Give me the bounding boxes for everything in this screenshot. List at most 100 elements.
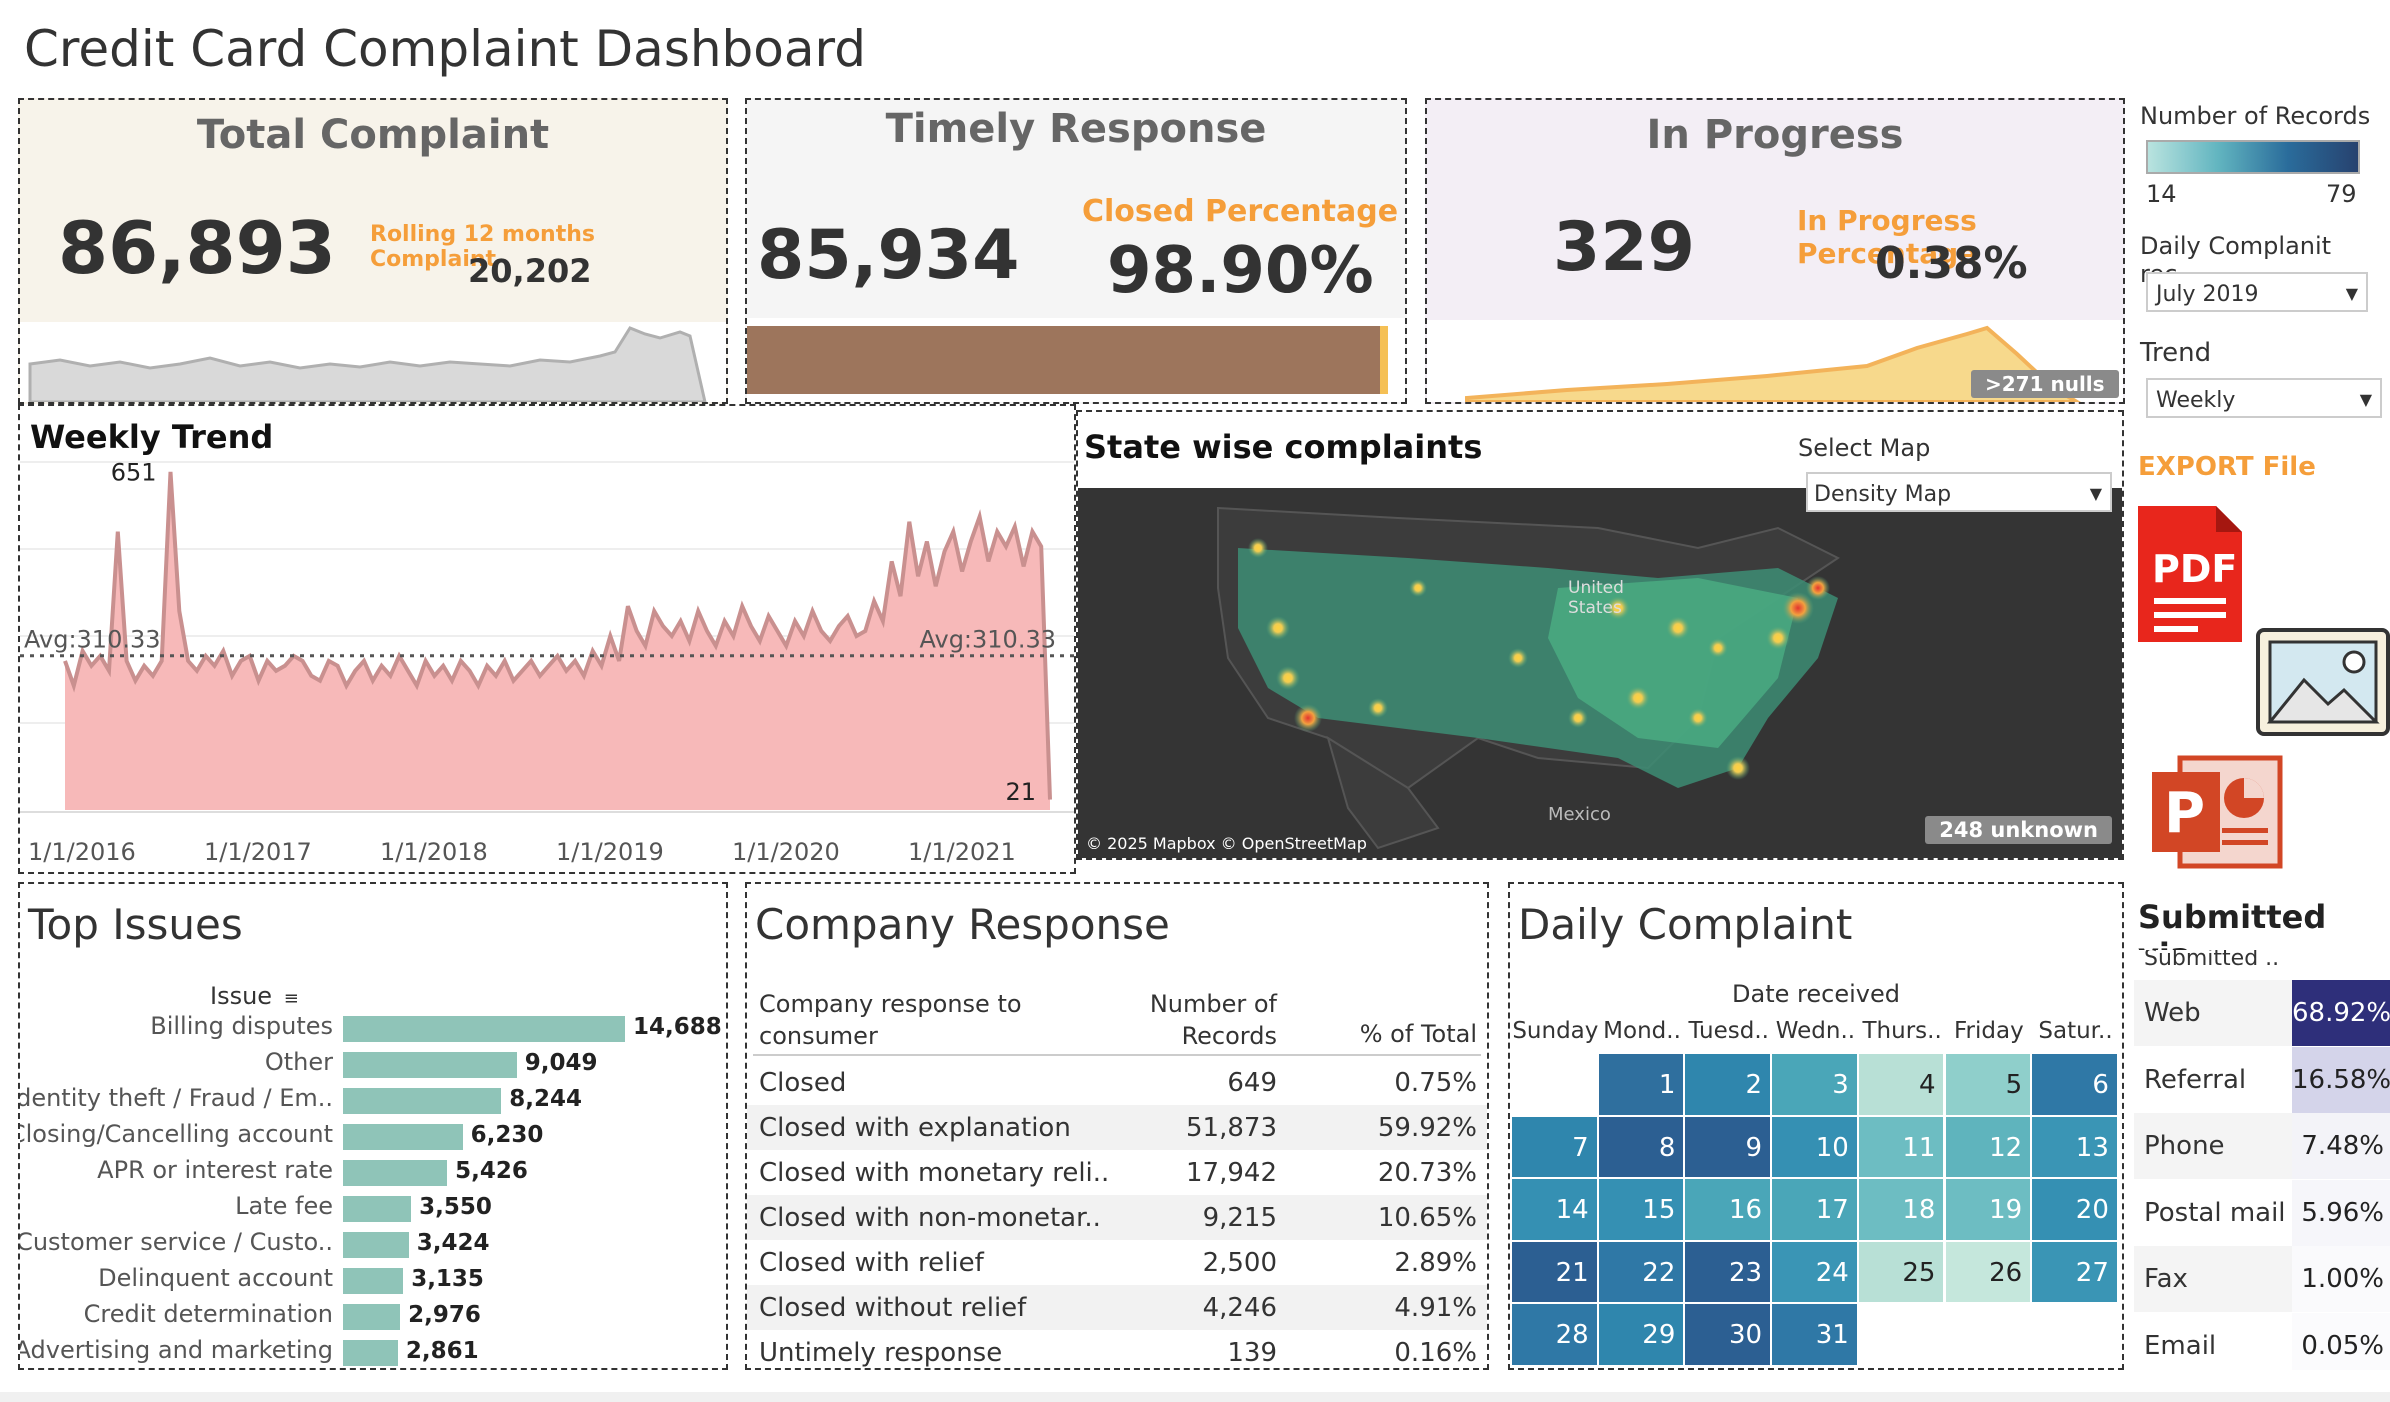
- response-count: 4,246: [1202, 1293, 1277, 1323]
- issue-bar[interactable]: [343, 1340, 398, 1366]
- issue-bar[interactable]: [343, 1196, 412, 1222]
- calendar-day-cell[interactable]: 15: [1598, 1179, 1684, 1240]
- sort-icon[interactable]: ≡: [284, 988, 299, 1009]
- weekday-header: Sunday: [1512, 1018, 1599, 1044]
- calendar-day-cell[interactable]: 1: [1598, 1054, 1684, 1115]
- submitted-via-row[interactable]: Referral 16.58%: [2134, 1046, 2390, 1113]
- issue-label: Late fee: [235, 1192, 333, 1220]
- submitted-via-row[interactable]: Phone 7.48%: [2134, 1113, 2390, 1179]
- calendar-day-cell[interactable]: 30: [1685, 1304, 1771, 1365]
- powerpoint-export-icon[interactable]: P: [2150, 752, 2284, 872]
- issue-value: 6,230: [470, 1122, 544, 1148]
- calendar-day-cell[interactable]: 24: [1772, 1241, 1857, 1302]
- weekly-trend-panel: Weekly Trend Avg:310.33 Avg:310.33 651 21 1/…: [18, 404, 1076, 874]
- closed-percentage-label: Closed Percentage: [1082, 194, 1399, 229]
- calendar-day-cell[interactable]: 26: [1945, 1241, 2031, 1302]
- calendar-day-cell[interactable]: 12: [1945, 1116, 2031, 1177]
- map-canvas[interactable]: United States Mexico © 2025 Mapbox © Ope…: [1078, 488, 2122, 858]
- calendar-day-cell[interactable]: 6: [2032, 1054, 2117, 1115]
- submitted-via-label: Web: [2144, 998, 2201, 1028]
- trend-select[interactable]: Weekly ▼: [2146, 378, 2382, 418]
- issue-label: APR or interest rate: [97, 1156, 333, 1184]
- calendar-day-cell[interactable]: 10: [1772, 1116, 1857, 1177]
- issue-bar[interactable]: [343, 1268, 404, 1294]
- svg-text:P: P: [2164, 781, 2205, 846]
- calendar-day-cell[interactable]: 16: [1685, 1179, 1771, 1240]
- calendar-day-cell[interactable]: 18: [1858, 1179, 1944, 1240]
- response-row[interactable]: Closed with explanation 51,873 59.92%: [747, 1105, 1487, 1150]
- calendar-day-cell[interactable]: 19: [1945, 1179, 2031, 1240]
- submitted-via-label: Fax: [2144, 1264, 2188, 1294]
- issue-bar[interactable]: [343, 1124, 463, 1150]
- col-records-header-line1: Number of: [1149, 990, 1277, 1018]
- calendar-day-cell[interactable]: 27: [2032, 1241, 2117, 1302]
- response-row[interactable]: Closed 649 0.75%: [747, 1060, 1487, 1105]
- submitted-via-row[interactable]: Web 68.92%: [2134, 980, 2390, 1046]
- submitted-via-value: 1.00%: [2292, 1246, 2390, 1312]
- calendar-day-cell[interactable]: 28: [1512, 1304, 1597, 1365]
- issue-label: Identity theft / Fraud / Em..: [18, 1084, 333, 1112]
- map-attribution: © 2025 Mapbox © OpenStreetMap: [1086, 834, 1367, 853]
- response-row[interactable]: Closed with monetary reli.. 17,942 20.73%: [747, 1150, 1487, 1195]
- dashboard-title: Credit Card Complaint Dashboard: [24, 20, 866, 78]
- calendar-day-cell[interactable]: 31: [1772, 1304, 1857, 1365]
- calendar-day-cell[interactable]: 23: [1685, 1241, 1771, 1302]
- pdf-export-icon[interactable]: PDF: [2138, 506, 2242, 642]
- x-tick-label: 1/1/2020: [732, 838, 840, 866]
- issue-bar[interactable]: [343, 1088, 502, 1114]
- state-map-panel: State wise complaints Select Map United …: [1076, 410, 2124, 860]
- calendar-day-cell[interactable]: 5: [1945, 1054, 2031, 1115]
- submitted-via-value: 16.58%: [2292, 1046, 2390, 1113]
- issue-value: 9,049: [524, 1050, 598, 1076]
- col-response-header-line1: Company response to: [759, 990, 1022, 1018]
- submitted-via-row[interactable]: Fax 1.00%: [2134, 1246, 2390, 1312]
- svg-text:PDF: PDF: [2152, 547, 2237, 591]
- min-value-label: 21: [1005, 778, 1036, 806]
- calendar-day-cell[interactable]: 25: [1858, 1241, 1944, 1302]
- response-row[interactable]: Closed with non-monetar.. 9,215 10.65%: [747, 1195, 1487, 1240]
- calendar-day-cell[interactable]: 13: [2032, 1116, 2117, 1177]
- calendar-day-cell[interactable]: 3: [1772, 1054, 1857, 1115]
- daily-complaint-title: Daily Complaint: [1518, 900, 1853, 949]
- calendar-day-cell[interactable]: 4: [1858, 1054, 1944, 1115]
- calendar-day-cell[interactable]: 29: [1598, 1304, 1684, 1365]
- response-pct: 0.75%: [1394, 1068, 1477, 1098]
- calendar-day-cell[interactable]: 22: [1598, 1241, 1684, 1302]
- issue-bar[interactable]: [343, 1052, 517, 1078]
- trend-filter-label: Trend: [2140, 338, 2212, 368]
- response-row[interactable]: Untimely response 139 0.16%: [747, 1330, 1487, 1368]
- issue-label: Customer service / Custo..: [18, 1228, 333, 1256]
- submitted-via-row[interactable]: Email 0.05%: [2134, 1312, 2390, 1370]
- issue-bar[interactable]: [343, 1232, 409, 1258]
- rolling-12-months-value: 20,202: [468, 252, 592, 290]
- top-issues-panel: Top Issues Issue ≡ Billing disputes 14,68…: [18, 882, 728, 1370]
- calendar-day-cell[interactable]: 9: [1685, 1116, 1771, 1177]
- select-map-dropdown[interactable]: Density Map ▼: [1806, 472, 2112, 512]
- calendar-day-cell[interactable]: 7: [1512, 1116, 1597, 1177]
- image-export-icon[interactable]: [2256, 628, 2390, 736]
- daily-complaint-month-select[interactable]: July 2019 ▼: [2146, 272, 2368, 312]
- company-response-panel: Company Response Company response to con…: [745, 882, 1489, 1370]
- issue-bar[interactable]: [343, 1304, 401, 1330]
- issue-value: 3,424: [416, 1230, 490, 1256]
- submitted-via-label: Referral: [2144, 1064, 2247, 1095]
- calendar-day-cell[interactable]: 2: [1685, 1054, 1771, 1115]
- submitted-via-table: Submitted .. Web 68.92% Referral 16.58% Phon…: [2134, 950, 2390, 1370]
- nulls-badge: >271 nulls: [1971, 370, 2119, 398]
- response-row[interactable]: Closed without relief 4,246 4.91%: [747, 1285, 1487, 1330]
- response-row[interactable]: Closed with relief 2,500 2.89%: [747, 1240, 1487, 1285]
- issue-value: 8,244: [509, 1086, 583, 1112]
- calendar-day-cell[interactable]: 20: [2032, 1179, 2117, 1240]
- closed-percentage-value: 98.90%: [1107, 234, 1374, 308]
- response-pct: 0.16%: [1394, 1338, 1477, 1368]
- calendar-day-cell[interactable]: 8: [1598, 1116, 1684, 1177]
- calendar-day-cell[interactable]: 21: [1512, 1241, 1597, 1302]
- submitted-via-row[interactable]: Postal mail 5.96%: [2134, 1179, 2390, 1246]
- weekday-header: Thurs..: [1862, 1018, 1942, 1044]
- issue-bar[interactable]: [343, 1160, 448, 1186]
- calendar-day-cell[interactable]: 17: [1772, 1179, 1857, 1240]
- weekday-header: Tuesd..: [1688, 1018, 1769, 1044]
- calendar-day-cell[interactable]: 14: [1512, 1179, 1597, 1240]
- calendar-day-cell[interactable]: 11: [1858, 1116, 1944, 1177]
- issue-bar[interactable]: [343, 1016, 625, 1042]
